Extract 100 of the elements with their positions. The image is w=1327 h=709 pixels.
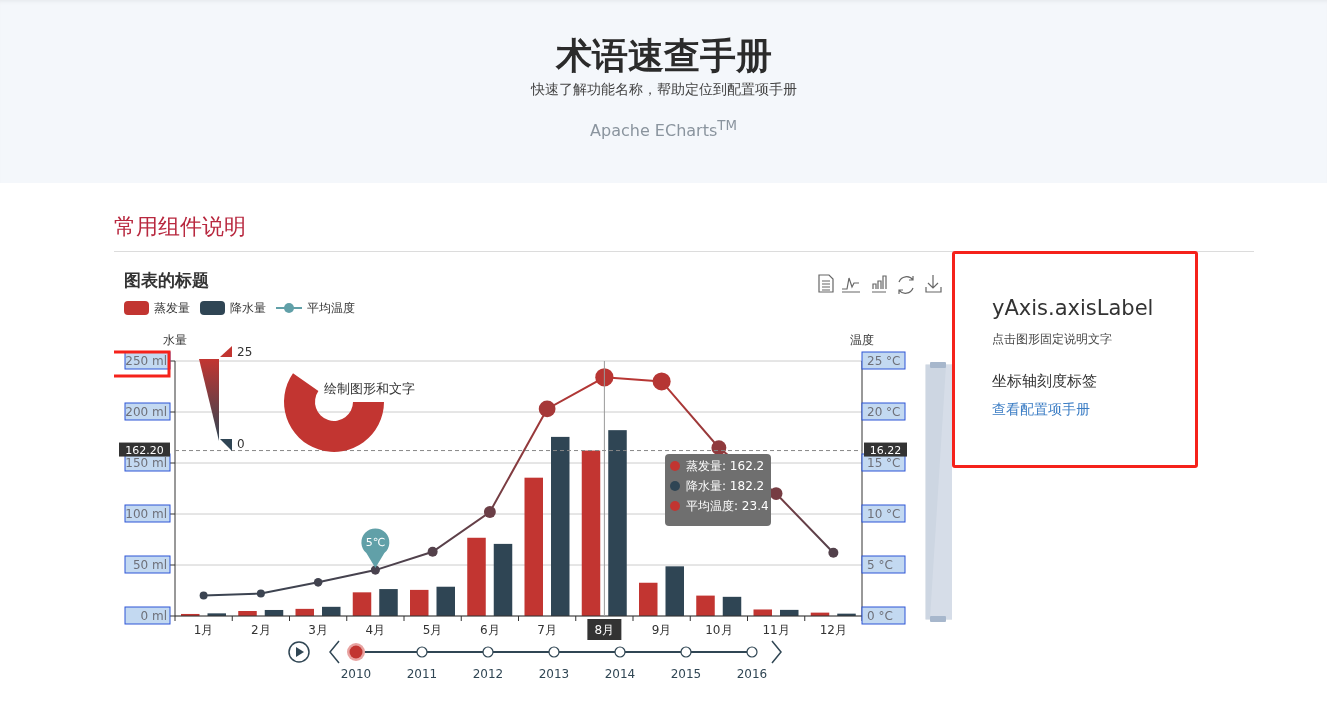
- timeline-point[interactable]: [746, 646, 758, 658]
- y-tick-label: 20 °C: [867, 405, 901, 419]
- document-icon[interactable]: [818, 274, 834, 293]
- axis-label: 1月: [193, 623, 214, 637]
- manual-link[interactable]: 查看配置项手册: [992, 401, 1090, 419]
- x-tick-label: 8月: [594, 623, 615, 637]
- bar[interactable]: [696, 595, 715, 616]
- timeline-point[interactable]: [482, 646, 494, 658]
- axis-label: 7月: [537, 623, 557, 637]
- download-icon[interactable]: [925, 274, 942, 293]
- bar[interactable]: [810, 612, 830, 616]
- axis-label: 2月: [251, 623, 271, 637]
- bar[interactable]: [551, 436, 570, 616]
- data-point[interactable]: [483, 506, 496, 518]
- y-tick-label: 150 ml: [125, 456, 167, 470]
- zoom-slider[interactable]: [925, 362, 952, 622]
- bar[interactable]: [722, 596, 742, 616]
- data-point[interactable]: [256, 589, 265, 598]
- graphic-text: 绘制图形和文字: [324, 381, 415, 396]
- bar[interactable]: [493, 543, 513, 616]
- axis-label[interactable]: 0 °C: [861, 606, 906, 625]
- bar-chart-icon[interactable]: [871, 275, 887, 293]
- timeline-label[interactable]: 2014: [604, 667, 636, 681]
- bar[interactable]: [753, 609, 772, 616]
- axis-label[interactable]: 0 ml: [124, 606, 171, 625]
- data-point[interactable]: [313, 578, 323, 587]
- axis-label[interactable]: 100 ml: [124, 504, 171, 523]
- axis-label[interactable]: 5 °C: [861, 555, 906, 574]
- brand-name: Apache ECharts$^{TM}$: [590, 117, 737, 142]
- bar[interactable]: [295, 608, 314, 616]
- bar[interactable]: [181, 613, 200, 616]
- y-tick-label: 200 ml: [125, 405, 167, 419]
- bar[interactable]: [780, 609, 799, 616]
- axis-label[interactable]: 50 ml: [124, 555, 171, 574]
- axis-label: 3月: [308, 623, 328, 637]
- data-point[interactable]: [595, 368, 614, 387]
- axis-label[interactable]: 25 °C: [861, 351, 906, 370]
- axis-label: 10月: [705, 623, 733, 637]
- bar[interactable]: [264, 610, 284, 616]
- line-chart-icon[interactable]: [841, 277, 861, 293]
- legend-swatch[interactable]: [200, 301, 225, 315]
- data-point[interactable]: [828, 547, 839, 558]
- previous-icon[interactable]: [329, 640, 340, 664]
- axis-pointer-label: 162.20: [119, 442, 170, 457]
- y-tick-label: 0 ml: [140, 609, 167, 623]
- next-icon[interactable]: [771, 640, 782, 664]
- legend-label[interactable]: 平均温度: [307, 301, 355, 315]
- panel-description: 坐标轴刻度标签: [992, 372, 1097, 391]
- legend-label[interactable]: 蒸发量: [154, 301, 190, 315]
- axis-label: 11月: [762, 623, 790, 637]
- timeline-label[interactable]: 2011: [406, 667, 438, 681]
- bar[interactable]: [436, 586, 455, 616]
- data-point[interactable]: [652, 372, 671, 391]
- timeline-label[interactable]: 2016: [736, 667, 768, 681]
- axis-name: 水量: [163, 333, 187, 347]
- timeline-label[interactable]: 2012: [472, 667, 504, 681]
- data-point[interactable]: [199, 591, 208, 600]
- axis-label[interactable]: 10 °C: [861, 504, 906, 523]
- slider-label: 25: [237, 345, 253, 359]
- y-tick-label: 50 ml: [132, 558, 167, 572]
- timeline-point[interactable]: [680, 646, 692, 658]
- slider-label: 0: [237, 437, 245, 451]
- timeline-point[interactable]: [416, 646, 428, 658]
- data-point[interactable]: [538, 400, 556, 418]
- timeline-label[interactable]: 2013: [538, 667, 570, 681]
- data-point[interactable]: [769, 487, 783, 500]
- axis-label: 9月: [651, 623, 672, 637]
- slider-handle[interactable]: [220, 346, 232, 357]
- y-tick-label: 0 °C: [867, 609, 893, 623]
- timeline-point[interactable]: [614, 646, 626, 658]
- bar[interactable]: [665, 566, 684, 616]
- axis-label[interactable]: 20 °C: [861, 402, 906, 421]
- play-icon[interactable]: [288, 641, 310, 663]
- legend-label[interactable]: 降水量: [230, 301, 266, 315]
- bar[interactable]: [322, 606, 341, 616]
- slider-handle[interactable]: [220, 439, 232, 451]
- legend-line-icon[interactable]: [275, 303, 303, 313]
- timeline-point[interactable]: [548, 646, 560, 658]
- data-point[interactable]: [370, 565, 380, 575]
- data-point[interactable]: [427, 546, 438, 557]
- bar[interactable]: [410, 589, 429, 616]
- panel-title: yAxis.axisLabel: [992, 295, 1154, 322]
- y-tick-label: 25 °C: [867, 354, 901, 368]
- axis-label: 4月: [365, 623, 386, 637]
- data-point[interactable]: [711, 440, 727, 456]
- chart-title: 图表的标题: [124, 270, 209, 290]
- bar[interactable]: [207, 613, 226, 616]
- bar[interactable]: [639, 582, 658, 616]
- refresh-icon[interactable]: [898, 275, 914, 295]
- legend-swatch[interactable]: [124, 301, 149, 315]
- timeline-label[interactable]: 2015: [670, 667, 702, 681]
- marker-pin[interactable]: 5℃: [361, 528, 390, 569]
- tooltip-row: 蒸发量: 162.2: [686, 459, 765, 473]
- bar[interactable]: [837, 613, 856, 616]
- tooltip-row: 降水量: 182.2: [686, 479, 765, 493]
- timeline-point[interactable]: [347, 643, 365, 661]
- timeline-label[interactable]: 2010: [340, 667, 372, 681]
- y-tick-label: 100 ml: [125, 507, 167, 521]
- axis-label[interactable]: 200 ml: [124, 402, 171, 421]
- bar[interactable]: [352, 592, 372, 616]
